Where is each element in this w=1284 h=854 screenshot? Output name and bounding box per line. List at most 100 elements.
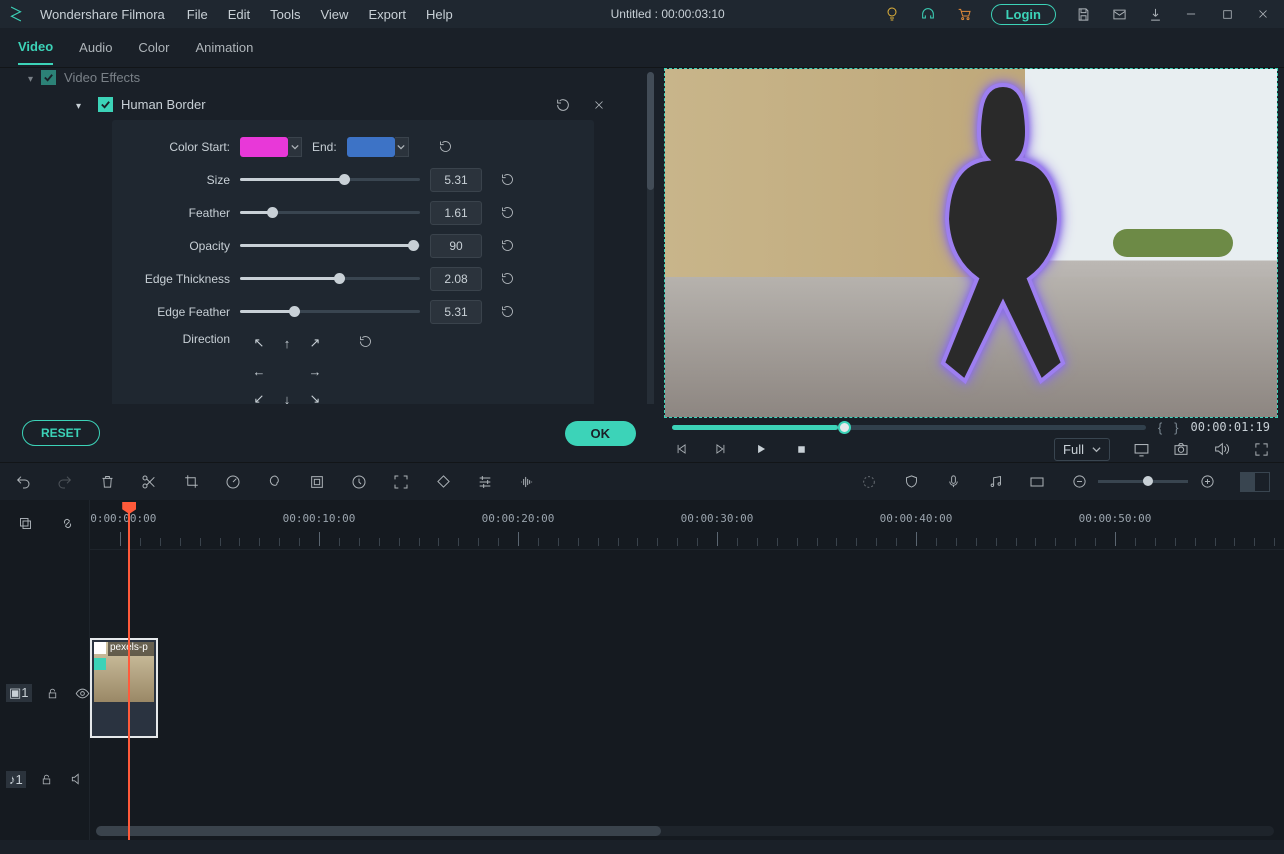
timeline-h-scrollbar[interactable] [96,826,1274,836]
menu-file[interactable]: File [187,7,208,22]
shield-icon[interactable] [902,473,920,491]
ok-button[interactable]: OK [565,421,637,446]
tab-color[interactable]: Color [138,31,169,64]
color-end-dropdown[interactable] [395,137,409,157]
idea-icon[interactable] [883,5,901,23]
video-clip[interactable]: pexels-p [90,638,158,738]
dir-sw-icon[interactable]: ↙ [248,388,270,404]
reset-feather-icon[interactable] [492,205,522,220]
prev-frame-icon[interactable] [672,440,690,458]
video-track[interactable]: pexels-p [90,630,1284,730]
dir-n-icon[interactable]: ↑ [276,332,298,354]
tab-audio[interactable]: Audio [79,31,112,64]
dir-se-icon[interactable]: ↘ [304,388,326,404]
mail-icon[interactable] [1110,5,1128,23]
edge-thickness-slider[interactable] [240,269,420,289]
menu-edit[interactable]: Edit [228,7,250,22]
reset-colors-icon[interactable] [431,139,461,154]
dir-w-icon[interactable]: ← [248,360,270,382]
display-icon[interactable] [1132,440,1150,458]
mark-in-icon[interactable]: { [1158,420,1162,435]
music-icon[interactable] [986,473,1004,491]
keyframe-icon[interactable] [434,473,452,491]
menu-export[interactable]: Export [368,7,406,22]
zoom-slider[interactable] [1098,480,1188,483]
green-screen-icon[interactable] [308,473,326,491]
feather-value[interactable]: 1.61 [430,201,482,225]
cart-icon[interactable] [955,5,973,23]
opacity-slider[interactable] [240,236,420,256]
fullscreen-icon[interactable] [1252,440,1270,458]
delete-icon[interactable] [98,473,116,491]
edge-feather-slider[interactable] [240,302,420,322]
split-icon[interactable] [140,473,158,491]
window-maximize-icon[interactable] [1218,5,1236,23]
size-slider[interactable] [240,170,420,190]
video-effects-checkbox[interactable] [41,70,56,85]
zoom-in-icon[interactable] [1198,473,1216,491]
lock-track-icon[interactable] [38,770,56,788]
timeline-ruler[interactable]: 00:00:00:0000:00:10:0000:00:20:0000:00:3… [90,500,1284,550]
playhead[interactable] [128,504,130,840]
adjust-icon[interactable] [476,473,494,491]
snapshot-icon[interactable] [1172,440,1190,458]
audio-spectrum-icon[interactable] [518,473,536,491]
timeline-layout-toggle[interactable] [1240,472,1270,492]
volume-icon[interactable] [1212,440,1230,458]
panel-scrollbar[interactable] [647,72,654,404]
download-icon[interactable] [1146,5,1164,23]
save-icon[interactable] [1074,5,1092,23]
crop-icon[interactable] [182,473,200,491]
next-frame-icon[interactable] [712,440,730,458]
mark-out-icon[interactable]: } [1174,420,1178,435]
tab-animation[interactable]: Animation [196,31,254,64]
window-close-icon[interactable] [1254,5,1272,23]
dir-ne-icon[interactable]: ↗ [304,332,326,354]
dir-s-icon[interactable]: ↓ [276,388,298,404]
menu-help[interactable]: Help [426,7,453,22]
reset-edge-thickness-icon[interactable] [492,271,522,286]
edge-feather-value[interactable]: 5.31 [430,300,482,324]
detect-icon[interactable] [392,473,410,491]
dir-e-icon[interactable]: → [304,360,326,382]
preview-canvas[interactable] [664,68,1278,418]
time-icon[interactable] [350,473,368,491]
color-picker-icon[interactable] [266,473,284,491]
section-human-border[interactable]: Human Border [20,91,638,120]
marker-icon[interactable] [860,473,878,491]
stop-icon[interactable] [792,440,810,458]
reset-button[interactable]: RESET [22,420,100,446]
opacity-value[interactable]: 90 [430,234,482,258]
preview-quality-dropdown[interactable]: Full [1054,438,1110,461]
dir-nw-icon[interactable]: ↖ [248,332,270,354]
reset-size-icon[interactable] [492,172,522,187]
speed-icon[interactable] [224,473,242,491]
zoom-out-icon[interactable] [1070,473,1088,491]
redo-icon[interactable] [56,473,74,491]
section-video-effects[interactable]: Video Effects [20,68,638,91]
close-section-icon[interactable] [590,96,608,114]
menu-view[interactable]: View [320,7,348,22]
size-value[interactable]: 5.31 [430,168,482,192]
reset-section-icon[interactable] [554,96,572,114]
menu-tools[interactable]: Tools [270,7,300,22]
feather-slider[interactable] [240,203,420,223]
visibility-icon[interactable] [74,684,92,702]
reset-opacity-icon[interactable] [492,238,522,253]
color-start-dropdown[interactable] [288,137,302,157]
undo-icon[interactable] [14,473,32,491]
mute-track-icon[interactable] [68,770,86,788]
mic-icon[interactable] [944,473,962,491]
duplicate-icon[interactable] [16,514,34,532]
window-minimize-icon[interactable] [1182,5,1200,23]
tab-video[interactable]: Video [18,30,53,65]
link-icon[interactable] [58,514,76,532]
aspect-icon[interactable] [1028,473,1046,491]
audio-track[interactable] [90,730,1284,778]
color-start-swatch[interactable] [240,137,288,157]
headphones-icon[interactable] [919,5,937,23]
play-icon[interactable] [752,440,770,458]
reset-direction-icon[interactable] [350,334,380,349]
lock-track-icon[interactable] [44,684,62,702]
color-end-swatch[interactable] [347,137,395,157]
